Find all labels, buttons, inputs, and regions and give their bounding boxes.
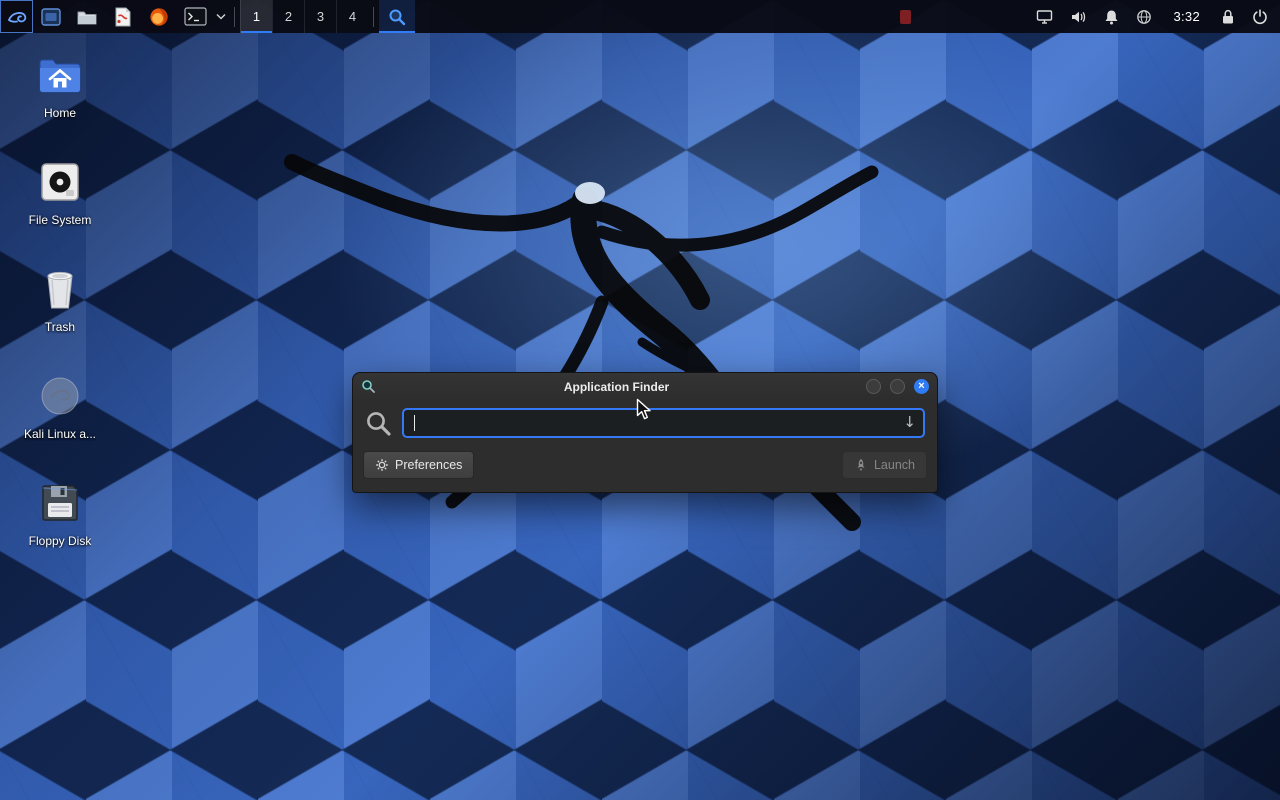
preferences-label: Preferences (395, 458, 462, 472)
close-icon: × (918, 381, 924, 392)
close-button[interactable]: × (914, 379, 929, 394)
panel-separator (234, 7, 235, 27)
files-app-launcher[interactable] (33, 0, 69, 33)
preferences-button[interactable]: Preferences (363, 451, 474, 479)
panel-tray: 3:32 (900, 0, 1280, 33)
desktop-icon-label: Kali Linux a... (24, 427, 96, 441)
network-tray-button[interactable] (1136, 9, 1152, 25)
workspace-4-label: 4 (349, 9, 356, 24)
minimize-button[interactable] (866, 379, 881, 394)
files-app-icon (40, 7, 62, 27)
gear-icon (375, 458, 389, 472)
power-tray-button[interactable] (1252, 9, 1268, 25)
notifications-tray-button[interactable] (1104, 9, 1119, 25)
maximize-button[interactable] (890, 379, 905, 394)
launch-label: Launch (874, 458, 915, 472)
text-caret (414, 415, 415, 431)
file-manager-launcher[interactable] (69, 0, 105, 33)
kali-menu-button[interactable] (0, 0, 33, 33)
desktop-icon-kali-docs[interactable]: Kali Linux a... (12, 371, 108, 465)
window-title: Application Finder (376, 380, 857, 394)
chevron-down-icon (216, 13, 226, 20)
desktop-icon-floppy-disk[interactable]: Floppy Disk (12, 478, 108, 572)
terminal-launcher[interactable] (177, 0, 213, 33)
network-icon (1136, 9, 1152, 25)
launch-icon (854, 458, 868, 472)
power-icon (1252, 9, 1268, 25)
desktop-icon-label: Trash (45, 320, 75, 334)
workspace-2-button[interactable]: 2 (272, 0, 304, 33)
firefox-icon (149, 7, 169, 27)
file-manager-icon (76, 8, 98, 26)
workspace-2-label: 2 (285, 9, 292, 24)
desktop-icon-label: File System (29, 213, 92, 227)
dropdown-arrow-icon[interactable]: ↓ (903, 413, 916, 431)
application-finder-window: Application Finder × ↓ Preferences (352, 372, 938, 493)
trash-icon (39, 264, 81, 314)
text-editor-icon (114, 7, 132, 27)
desktop-icon-label: Floppy Disk (29, 534, 92, 548)
workspace-4-button[interactable]: 4 (336, 0, 368, 33)
search-input-wrap: ↓ (402, 408, 925, 438)
workspace-1-label: 1 (253, 9, 260, 24)
top-panel: 1 2 3 4 (0, 0, 1280, 33)
panel-separator (373, 7, 374, 27)
desktop-icon-home[interactable]: Home (12, 50, 108, 144)
desktop-icon-file-system[interactable]: File System (12, 157, 108, 251)
launch-button[interactable]: Launch (842, 451, 927, 479)
lock-tray-button[interactable] (1221, 9, 1235, 25)
display-tray-button[interactable] (1036, 9, 1053, 25)
panel-clock[interactable]: 3:32 (1169, 9, 1204, 24)
app-finder-launcher[interactable] (379, 0, 415, 33)
tray-indicator[interactable] (900, 10, 911, 24)
firefox-launcher[interactable] (141, 0, 177, 33)
titlebar[interactable]: Application Finder × (353, 373, 937, 400)
volume-tray-button[interactable] (1070, 9, 1087, 25)
terminal-dropdown-button[interactable] (213, 0, 229, 33)
lock-icon (1221, 9, 1235, 25)
file-system-icon (39, 157, 81, 207)
button-row: Preferences Launch (353, 438, 937, 479)
search-icon (365, 410, 392, 437)
kali-menu-icon (5, 5, 29, 29)
search-icon (388, 8, 406, 26)
kali-docs-icon (38, 371, 82, 421)
desktop-icon-list: Home File System Trash (12, 50, 108, 585)
volume-icon (1070, 9, 1087, 25)
workspace-3-button[interactable]: 3 (304, 0, 336, 33)
desktop-icon-trash[interactable]: Trash (12, 264, 108, 358)
panel-launchers: 1 2 3 4 (0, 0, 415, 33)
home-folder-icon (37, 50, 83, 100)
desktop-icon-label: Home (44, 106, 76, 120)
display-icon (1036, 9, 1053, 25)
window-search-icon (361, 379, 376, 394)
notifications-bell-icon (1104, 9, 1119, 25)
floppy-disk-icon (39, 478, 81, 528)
search-row: ↓ (353, 400, 937, 438)
terminal-icon (184, 7, 207, 26)
workspace-3-label: 3 (317, 9, 324, 24)
search-input[interactable] (402, 408, 925, 438)
text-editor-launcher[interactable] (105, 0, 141, 33)
workspace-1-button[interactable]: 1 (240, 0, 272, 33)
